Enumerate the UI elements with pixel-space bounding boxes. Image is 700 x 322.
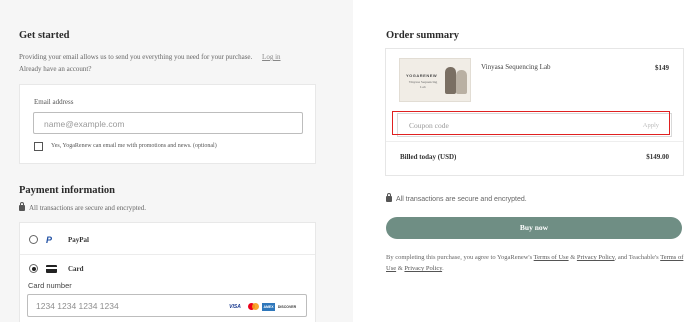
terms-notice: By completing this purchase, you agree t… xyxy=(386,252,686,274)
discover-text: DISCOVER xyxy=(277,305,297,309)
get-started-heading: Get started xyxy=(19,30,70,41)
email-card: Email address name@example.com Yes, Yoga… xyxy=(19,84,316,164)
coupon-highlight-box xyxy=(392,111,670,135)
card-label: Card xyxy=(68,265,84,273)
payment-methods: P PayPal Card Card number 1234 1234 1234… xyxy=(19,222,316,322)
lock-icon xyxy=(19,202,25,211)
promo-optin-checkbox[interactable] xyxy=(34,142,43,151)
payment-method-paypal[interactable]: P PayPal xyxy=(20,223,315,255)
terms-mid: , and Teachable's xyxy=(614,254,659,261)
checkout-secure-text: All transactions are secure and encrypte… xyxy=(396,196,527,203)
billed-amount: $149.00 xyxy=(646,153,669,161)
billed-label: Billed today (USD) xyxy=(400,153,457,161)
credit-card-icon xyxy=(46,265,57,273)
summary-divider xyxy=(386,141,683,142)
paypal-radio[interactable] xyxy=(29,235,38,244)
amex-logo: AMEX xyxy=(262,303,275,311)
email-placeholder: name@example.com xyxy=(44,119,125,129)
lock-icon xyxy=(386,193,392,202)
thumbnail-subtitle: Vinyasa Sequencing Lab xyxy=(408,80,438,89)
thumbnail-person-image xyxy=(445,67,456,94)
terms-and: & xyxy=(570,254,576,261)
mastercard-logo xyxy=(247,303,260,311)
checkout-form-panel: Get started Providing your email allows … xyxy=(0,0,353,322)
order-summary-heading: Order summary xyxy=(386,30,460,41)
thumbnail-person-image xyxy=(456,70,467,94)
product-thumbnail: YOGARENEW Vinyasa Sequencing Lab xyxy=(399,58,471,102)
login-link[interactable]: Log in xyxy=(262,53,280,61)
account-prompt: Already have an account? xyxy=(19,65,92,73)
card-radio[interactable] xyxy=(29,264,38,273)
teachable-privacy-link[interactable]: Privacy Policy xyxy=(404,265,442,272)
paypal-icon: P xyxy=(46,235,53,245)
terms-of-use-link[interactable]: Terms of Use xyxy=(534,254,569,261)
checkout-secure-note: All transactions are secure and encrypte… xyxy=(386,193,527,203)
product-price: $149 xyxy=(655,64,669,72)
get-started-info-text: Providing your email allows us to send y… xyxy=(19,53,253,61)
payment-heading: Payment information xyxy=(19,185,115,196)
email-label: Email address xyxy=(34,98,74,106)
card-number-field[interactable]: 1234 1234 1234 1234 VISA AMEX DISCOVER xyxy=(27,294,307,317)
card-number-label: Card number xyxy=(28,281,72,290)
promo-optin-label: Yes, YogaRenew can email me with promoti… xyxy=(51,143,217,149)
terms-and: & xyxy=(397,265,403,272)
paypal-label: PayPal xyxy=(68,236,89,244)
buy-now-button[interactable]: Buy now xyxy=(386,217,682,239)
discover-logo: DISCOVER xyxy=(277,303,297,311)
privacy-policy-link[interactable]: Privacy Policy xyxy=(577,254,615,261)
terms-prefix: By completing this purchase, you agree t… xyxy=(386,254,533,261)
product-name: Vinyasa Sequencing Lab xyxy=(481,63,551,71)
payment-secure-note: All transactions are secure and encrypte… xyxy=(19,202,147,212)
visa-logo: VISA xyxy=(229,304,241,310)
payment-secure-text: All transactions are secure and encrypte… xyxy=(29,204,147,212)
terms-end: . xyxy=(442,265,444,272)
email-field[interactable]: name@example.com xyxy=(33,112,303,134)
thumbnail-logo: YOGARENEW xyxy=(406,73,438,78)
card-number-placeholder: 1234 1234 1234 1234 xyxy=(36,301,119,311)
get-started-info: Providing your email allows us to send y… xyxy=(19,51,319,75)
